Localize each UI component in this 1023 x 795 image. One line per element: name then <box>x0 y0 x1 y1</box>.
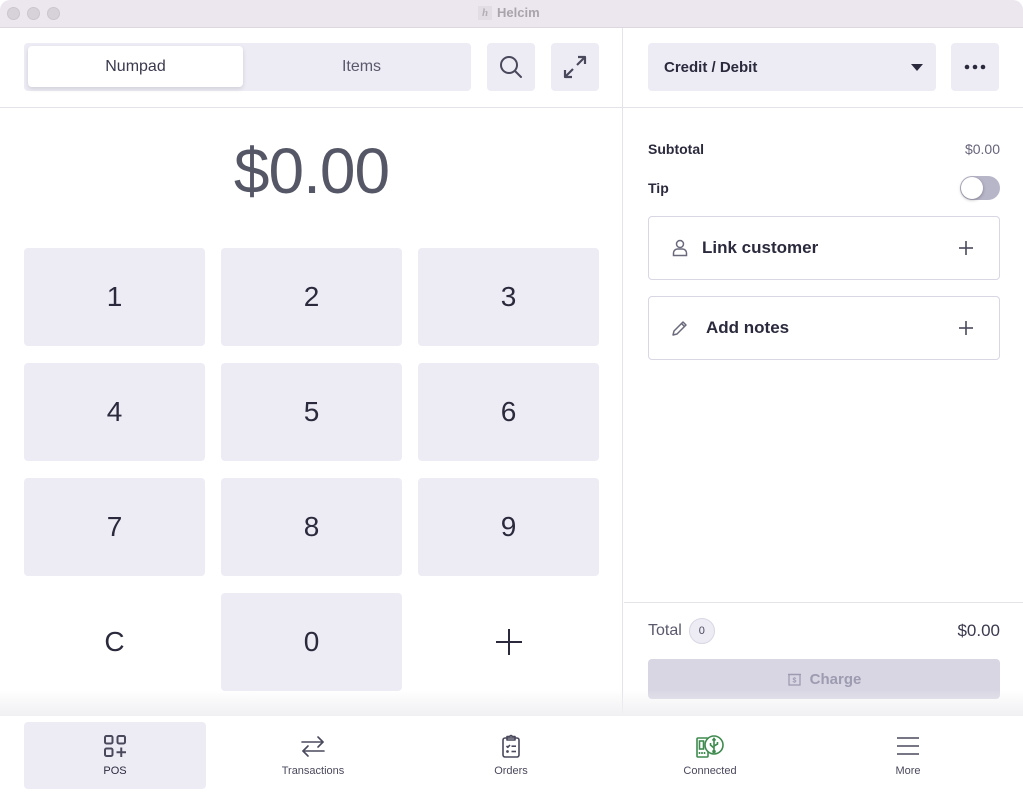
charge-button[interactable]: $ Charge <box>648 659 1000 699</box>
zoom-window-button[interactable] <box>47 7 60 20</box>
search-icon <box>500 56 522 78</box>
nav-orders[interactable]: Orders <box>420 722 602 789</box>
subtotal-row: Subtotal $0.00 <box>648 141 1000 157</box>
toggle-knob <box>961 177 983 199</box>
nav-orders-label: Orders <box>494 765 528 777</box>
user-icon <box>672 239 688 257</box>
total-value: $0.00 <box>957 621 1000 640</box>
key-2[interactable]: 2 <box>221 248 402 346</box>
fullscreen-button[interactable] <box>551 43 599 91</box>
cash-register-icon: $ <box>787 673 801 686</box>
usb-terminal-icon <box>696 735 724 758</box>
charge-label: Charge <box>809 670 862 688</box>
key-6[interactable]: 6 <box>418 363 599 461</box>
add-notes-button[interactable]: Add notes <box>648 296 1000 360</box>
close-window-button[interactable] <box>7 7 20 20</box>
bottom-navigation: POS Transactions Orders Connected More <box>0 716 1023 795</box>
svg-text:$: $ <box>792 677 796 684</box>
payment-method-dropdown[interactable]: Credit / Debit <box>648 43 936 91</box>
item-count-badge: 0 <box>688 618 715 644</box>
ellipsis-icon <box>964 64 986 70</box>
nav-more[interactable]: More <box>817 722 999 789</box>
key-8[interactable]: 8 <box>221 478 402 576</box>
mode-segmented-control: Numpad Items <box>24 43 471 91</box>
expand-arrows-icon <box>563 55 587 79</box>
plus-icon <box>959 241 973 255</box>
key-5[interactable]: 5 <box>221 363 402 461</box>
pos-grid-icon <box>104 735 126 757</box>
nav-pos[interactable]: POS <box>24 722 206 789</box>
title-bar: h Helcim <box>0 0 1023 28</box>
more-options-button[interactable] <box>951 43 999 91</box>
nav-transactions[interactable]: Transactions <box>222 722 404 789</box>
plus-icon <box>959 321 973 335</box>
total-row: Total 0 $0.00 <box>648 618 1000 644</box>
add-notes-label: Add notes <box>706 318 790 337</box>
nav-connected-label: Connected <box>683 765 737 777</box>
subtotal-value: $0.00 <box>964 141 1000 157</box>
numpad-panel: Numpad Items $0.00 1 2 3 4 5 6 7 8 9 C 0 <box>0 28 623 716</box>
total-divider <box>624 602 1023 603</box>
transfer-arrows-icon <box>301 736 325 757</box>
window-title: h Helcim <box>478 5 540 20</box>
tab-numpad[interactable]: Numpad <box>28 46 243 87</box>
app-window: h Helcim Numpad Items $0.00 1 2 3 4 5 6 … <box>0 0 1023 795</box>
link-customer-label: Link customer <box>702 238 819 257</box>
key-0[interactable]: 0 <box>221 593 402 691</box>
subtotal-label: Subtotal <box>648 141 704 157</box>
key-9[interactable]: 9 <box>418 478 599 576</box>
nav-more-label: More <box>895 765 921 777</box>
helcim-logo-icon: h <box>478 5 492 20</box>
total-label: Total <box>648 622 682 639</box>
hamburger-menu-icon <box>897 737 919 755</box>
payment-method-value: Credit / Debit <box>664 58 758 76</box>
key-7[interactable]: 7 <box>24 478 205 576</box>
minimize-window-button[interactable] <box>27 7 40 20</box>
pencil-icon <box>672 321 687 336</box>
window-title-text: Helcim <box>497 5 540 20</box>
nav-transactions-label: Transactions <box>281 765 345 777</box>
key-3[interactable]: 3 <box>418 248 599 346</box>
tip-row: Tip <box>648 176 1000 200</box>
key-4[interactable]: 4 <box>24 363 205 461</box>
nav-pos-label: POS <box>103 765 127 777</box>
caret-down-icon <box>911 64 923 71</box>
tab-items[interactable]: Items <box>254 46 469 87</box>
tip-toggle[interactable] <box>960 176 1000 200</box>
key-1[interactable]: 1 <box>24 248 205 346</box>
tip-label: Tip <box>648 180 669 196</box>
amount-display: $0.00 <box>233 135 390 207</box>
key-add[interactable] <box>418 593 599 691</box>
search-button[interactable] <box>487 43 535 91</box>
key-clear[interactable]: C <box>24 593 205 691</box>
plus-icon <box>495 629 522 655</box>
clipboard-icon <box>502 734 520 758</box>
link-customer-button[interactable]: Link customer <box>648 216 1000 280</box>
nav-connected[interactable]: Connected <box>619 722 801 789</box>
order-summary-panel: Credit / Debit Subtotal $0.00 Tip Link c… <box>624 28 1023 716</box>
